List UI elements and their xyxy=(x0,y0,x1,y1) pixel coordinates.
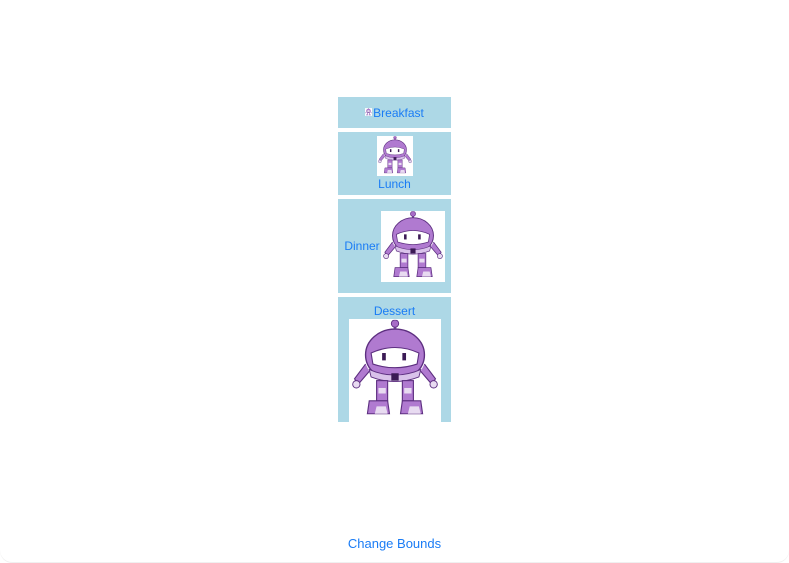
breakfast-button[interactable]: Breakfast xyxy=(338,97,451,128)
dessert-label: Dessert xyxy=(373,304,416,318)
lunch-label: Lunch xyxy=(378,177,411,191)
breakfast-label: Breakfast xyxy=(373,105,424,120)
dessert-button[interactable]: Dessert xyxy=(338,297,451,422)
breakfast-button-container: Breakfast xyxy=(338,97,451,128)
change-bounds-button[interactable]: Change Bounds xyxy=(0,536,789,551)
robot-icon xyxy=(376,136,413,176)
robot-icon xyxy=(348,319,441,422)
dessert-button-container: Dessert xyxy=(338,297,451,422)
dinner-button-container: Dinner xyxy=(338,199,451,293)
robot-icon xyxy=(365,107,373,117)
dinner-button[interactable]: Dinner xyxy=(338,199,451,293)
robot-icon xyxy=(380,210,445,282)
dinner-label: Dinner xyxy=(344,239,380,253)
app-window: Breakfast Lunch Dinner Dessert Change Bo… xyxy=(0,0,789,563)
lunch-button-container: Lunch xyxy=(338,132,451,195)
lunch-button[interactable]: Lunch xyxy=(338,132,451,195)
